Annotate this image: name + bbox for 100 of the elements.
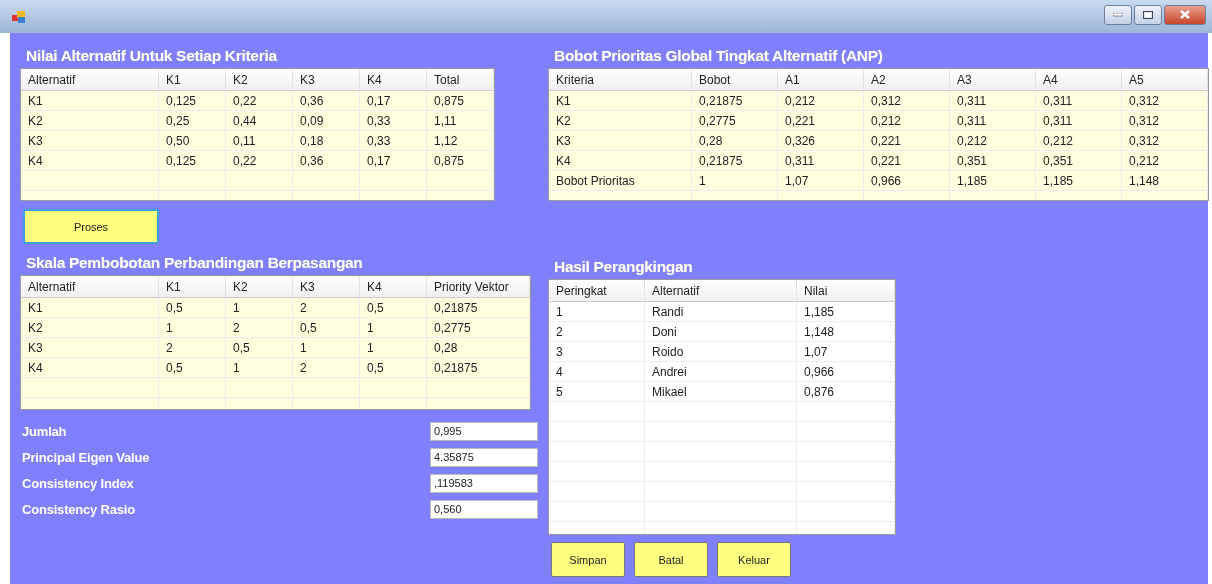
table-cell: K2 <box>21 318 159 338</box>
table-cell: 1,148 <box>1122 171 1208 191</box>
table-cell: 1 <box>293 338 360 358</box>
maximize-button[interactable] <box>1134 4 1162 25</box>
value-field[interactable]: 4.35875 <box>430 447 538 467</box>
value-field[interactable]: 0,560 <box>430 499 538 519</box>
column-header[interactable]: K1 <box>159 69 226 91</box>
table-cell: K2 <box>21 111 159 131</box>
table-cell: 0,312 <box>1122 131 1208 151</box>
table-cell: 5 <box>549 382 645 402</box>
table-cell: 0,326 <box>778 131 864 151</box>
column-header[interactable]: A3 <box>950 69 1036 91</box>
action-button[interactable]: Simpan <box>551 542 625 577</box>
section-title: Hasil Perangkingan <box>553 257 694 277</box>
table-cell: K3 <box>21 131 159 151</box>
table-cell: 0,22 <box>226 151 293 171</box>
column-header[interactable]: K2 <box>226 276 293 298</box>
table-cell: Bobot Prioritas <box>549 171 692 191</box>
table-cell: 0,212 <box>1036 131 1122 151</box>
column-header[interactable]: K3 <box>293 69 360 91</box>
column-header[interactable]: K4 <box>360 276 427 298</box>
column-header[interactable]: Alternatif <box>645 280 797 302</box>
column-header[interactable]: Priority Vektor <box>427 276 530 298</box>
table-cell: 1,11 <box>427 111 494 131</box>
table-cell: 0,125 <box>159 91 226 111</box>
table-cell: 0,17 <box>360 91 427 111</box>
table-cell: 0,36 <box>293 151 360 171</box>
table-cell: K4 <box>21 151 159 171</box>
table-cell: 1,07 <box>778 171 864 191</box>
column-header[interactable]: Alternatif <box>21 69 159 91</box>
app-icon <box>12 10 26 23</box>
table-cell: 2 <box>293 298 360 318</box>
column-header[interactable]: Total <box>427 69 494 91</box>
table-cell: K1 <box>549 91 692 111</box>
table-cell: K1 <box>21 298 159 318</box>
table-cell: 0,966 <box>797 362 895 382</box>
column-header[interactable]: K1 <box>159 276 226 298</box>
table-cell: 0,212 <box>950 131 1036 151</box>
table-cell: 1,07 <box>797 342 895 362</box>
table-cell: 0,966 <box>864 171 950 191</box>
table-cell: 1 <box>226 298 293 318</box>
table-cell: 0,351 <box>950 151 1036 171</box>
table-cell: 0,311 <box>778 151 864 171</box>
table-cell: 0,212 <box>1122 151 1208 171</box>
table-cell: 0,11 <box>226 131 293 151</box>
field-label: Jumlah <box>22 423 67 439</box>
column-header[interactable]: Kriteria <box>549 69 692 91</box>
table-cell: 0,44 <box>226 111 293 131</box>
table-cell: 1,185 <box>950 171 1036 191</box>
column-header[interactable]: Nilai <box>797 280 895 302</box>
table-cell: 0,21875 <box>427 298 530 318</box>
column-header[interactable]: A5 <box>1122 69 1208 91</box>
table-cell: Mikael <box>645 382 797 402</box>
table-cell: 0,21875 <box>427 358 530 378</box>
column-header[interactable]: A4 <box>1036 69 1122 91</box>
action-button[interactable]: Keluar <box>717 542 791 577</box>
column-header[interactable]: A2 <box>864 69 950 91</box>
table-cell: 0,2775 <box>427 318 530 338</box>
minimize-icon <box>1113 12 1123 17</box>
close-button[interactable] <box>1164 4 1206 25</box>
table-cell: 0,33 <box>360 111 427 131</box>
value-field[interactable]: 0,995 <box>430 421 538 441</box>
column-header[interactable]: K2 <box>226 69 293 91</box>
table-cell: 0,212 <box>778 91 864 111</box>
table-cell: 0,311 <box>1036 111 1122 131</box>
column-header[interactable]: K4 <box>360 69 427 91</box>
section-title: Nilai Alternatif Untuk Setiap Kriteria <box>25 46 279 66</box>
table-cell: 0,221 <box>778 111 864 131</box>
table-cell: 0,311 <box>950 111 1036 131</box>
section-title: Skala Pembobotan Perbandingan Berpasangan <box>25 253 364 273</box>
field-label: Principal Eigen Value <box>22 449 150 465</box>
section-title: Bobot Prioritas Global Tingkat Alternatif (ANP) <box>553 46 884 66</box>
table-cell: 1,185 <box>797 302 895 322</box>
table-cell: 0,212 <box>864 111 950 131</box>
column-header[interactable]: Alternatif <box>21 276 159 298</box>
action-button[interactable]: Batal <box>634 542 708 577</box>
table-cell: 1 <box>360 318 427 338</box>
table-cell: 0,21875 <box>692 91 778 111</box>
proses-button[interactable]: Proses <box>23 209 159 244</box>
table-cell: 0,351 <box>1036 151 1122 171</box>
table-cell: K1 <box>21 91 159 111</box>
table-cell: 2 <box>226 318 293 338</box>
table-cell: 0,5 <box>360 298 427 318</box>
table-cell: 0,312 <box>864 91 950 111</box>
column-header[interactable]: K3 <box>293 276 360 298</box>
table-cell: 0,2775 <box>692 111 778 131</box>
table-cell: 1 <box>692 171 778 191</box>
column-header[interactable]: A1 <box>778 69 864 91</box>
close-icon <box>1180 10 1190 19</box>
column-header[interactable]: Bobot <box>692 69 778 91</box>
table-cell: Andrei <box>645 362 797 382</box>
table-cell: 0,21875 <box>692 151 778 171</box>
table-cell: 0,17 <box>360 151 427 171</box>
table-cell: 0,28 <box>427 338 530 358</box>
table-cell: K3 <box>549 131 692 151</box>
column-header[interactable]: Peringkat <box>549 280 645 302</box>
table-cell: 1,12 <box>427 131 494 151</box>
value-field[interactable]: ,119583 <box>430 473 538 493</box>
minimize-button[interactable] <box>1104 4 1132 25</box>
table-cell: 0,5 <box>360 358 427 378</box>
